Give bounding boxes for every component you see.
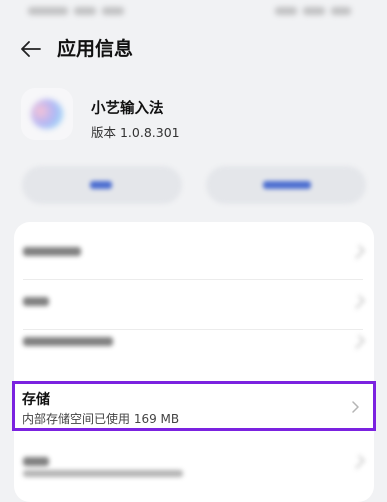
app-info: 小艺输入法 版本 1.0.8.301: [0, 82, 387, 152]
page-title: 应用信息: [57, 38, 134, 60]
settings-row-permissions[interactable]: [14, 280, 374, 324]
chevron-right-icon: [352, 401, 359, 413]
settings-row-data-usage[interactable]: [14, 440, 374, 484]
storage-row[interactable]: 存储 内部存储空间已使用 169 MB: [12, 381, 376, 431]
status-bar: [0, 0, 387, 22]
status-time-blurred: [28, 0, 138, 16]
force-stop-button[interactable]: [206, 166, 366, 204]
app-icon: [21, 88, 73, 140]
app-name: 小艺输入法: [91, 101, 164, 117]
header: 应用信息: [0, 30, 387, 70]
status-icons-blurred: [269, 0, 359, 16]
app-version: 版本 1.0.8.301: [91, 125, 180, 140]
uninstall-button[interactable]: [22, 166, 182, 204]
settings-row-usage[interactable]: [14, 320, 374, 364]
storage-title: 存储: [22, 392, 50, 408]
storage-usage: 内部存储空间已使用 169 MB: [22, 412, 180, 426]
arrow-left-icon: [21, 41, 41, 57]
settings-card: 存储 内部存储空间已使用 169 MB: [12, 222, 376, 502]
settings-row-notifications[interactable]: [14, 230, 374, 274]
action-row: [22, 166, 367, 206]
back-button[interactable]: [18, 36, 44, 62]
